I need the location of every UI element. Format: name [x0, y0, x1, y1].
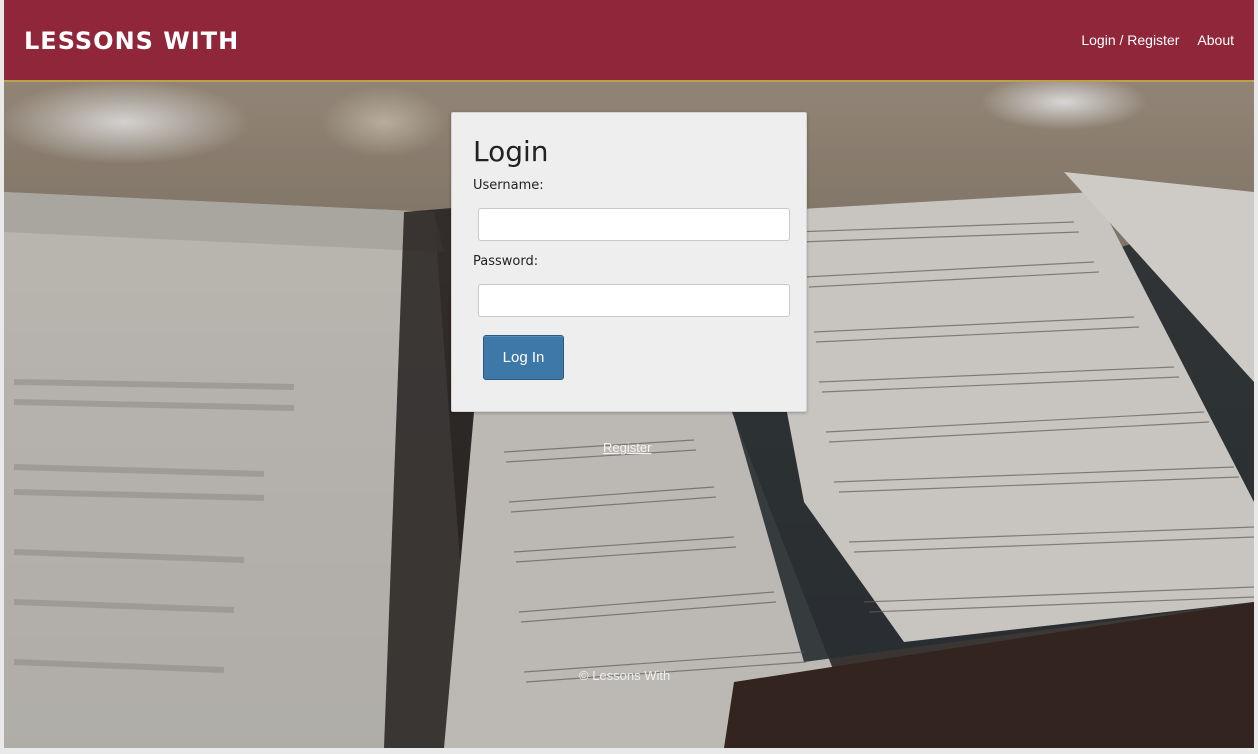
username-label: Username: [473, 178, 544, 193]
brand-logo[interactable]: LESSONS WITH [24, 27, 239, 55]
password-input[interactable] [478, 284, 790, 317]
login-button[interactable]: Log In [483, 335, 564, 380]
username-input[interactable] [478, 208, 790, 241]
nav-link-about[interactable]: About [1197, 31, 1234, 49]
top-navbar: LESSONS WITH Login / Register About [4, 0, 1254, 82]
browser-page: LESSONS WITH Login / Register About Logi… [4, 0, 1254, 748]
nav-link-login-register[interactable]: Login / Register [1081, 31, 1179, 49]
password-label: Password: [473, 254, 539, 269]
login-title: Login [473, 135, 549, 168]
footer-copyright: © Lessons With [579, 668, 671, 683]
login-card: Login Username: Password: Log In [451, 112, 807, 412]
register-link[interactable]: Register [603, 440, 651, 456]
nav-links: Login / Register About [1081, 31, 1234, 49]
